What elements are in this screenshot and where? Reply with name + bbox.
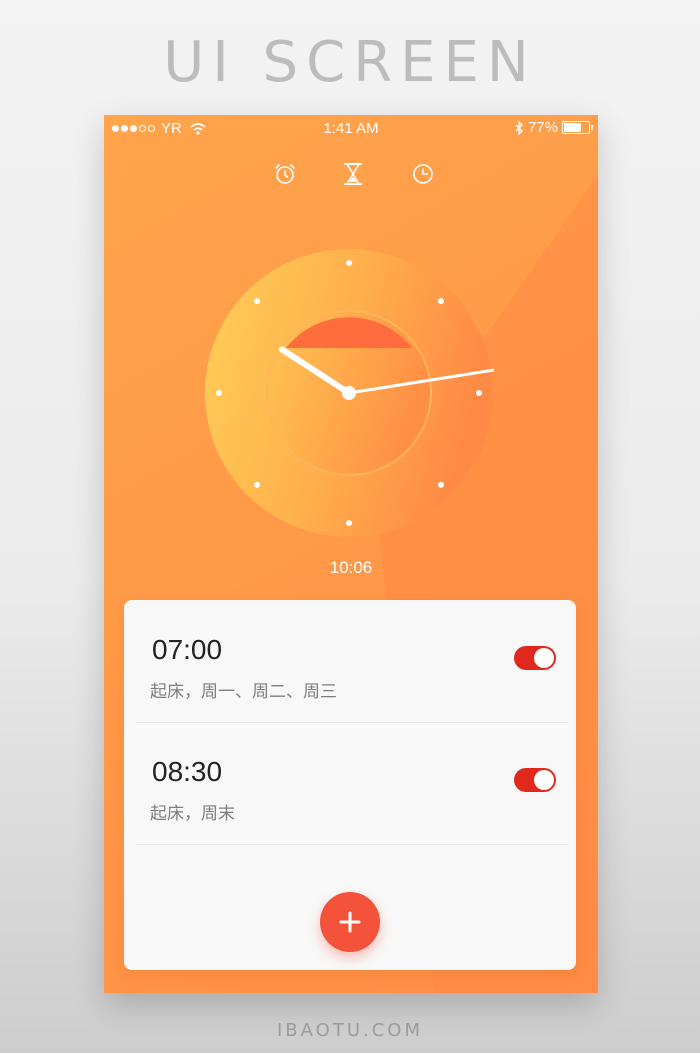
alarm-clock-icon [275,164,295,184]
clock-tick-mark [437,481,444,488]
clock-tick-mark [216,390,222,396]
clock-center-pin [342,386,356,400]
alarm-list-card: 07:00 起床，周一、周二、周三 08:30 起床，周末 [124,600,576,970]
battery-icon [562,121,593,134]
bluetooth-icon [515,120,523,135]
clock-icon [413,164,433,184]
footer-site: IBAOTU.COM [277,1020,423,1041]
clock-tick-mark [346,520,352,526]
tab-clock[interactable] [408,159,438,189]
battery-percentage: 77% [527,119,558,136]
clock-tick-mark [437,298,444,305]
alarm-label: 起床，周末 [150,804,235,824]
clock-tick-mark [346,260,352,266]
clock-tick-mark [254,298,261,305]
phone-screen: YR 1:41 AM 77% 10:06 07:00 起床，周一、周二、周三 0… [104,115,598,993]
alarm-time: 08:30 [152,756,223,787]
tab-timer[interactable] [338,159,368,189]
clock-tick-mark [476,390,482,396]
status-bar: YR 1:41 AM 77% [104,115,598,141]
clock-tick-mark [254,481,261,488]
analog-clock [205,249,494,537]
digital-time: 10:06 [329,558,373,577]
page-heading: UI SCREEN [163,30,537,95]
mode-tab-bar [104,159,598,189]
add-alarm-button[interactable] [320,892,380,952]
plus-icon [339,911,361,933]
alarm-toggle[interactable] [514,768,556,792]
alarm-item[interactable]: 08:30 起床，周末 [136,722,568,845]
tab-alarm[interactable] [270,159,300,189]
alarm-toggle[interactable] [514,646,556,670]
hourglass-icon [344,163,362,185]
alarm-time: 07:00 [152,634,223,665]
alarm-label: 起床，周一、周二、周三 [150,682,337,702]
alarm-item[interactable]: 07:00 起床，周一、周二、周三 [136,600,568,723]
